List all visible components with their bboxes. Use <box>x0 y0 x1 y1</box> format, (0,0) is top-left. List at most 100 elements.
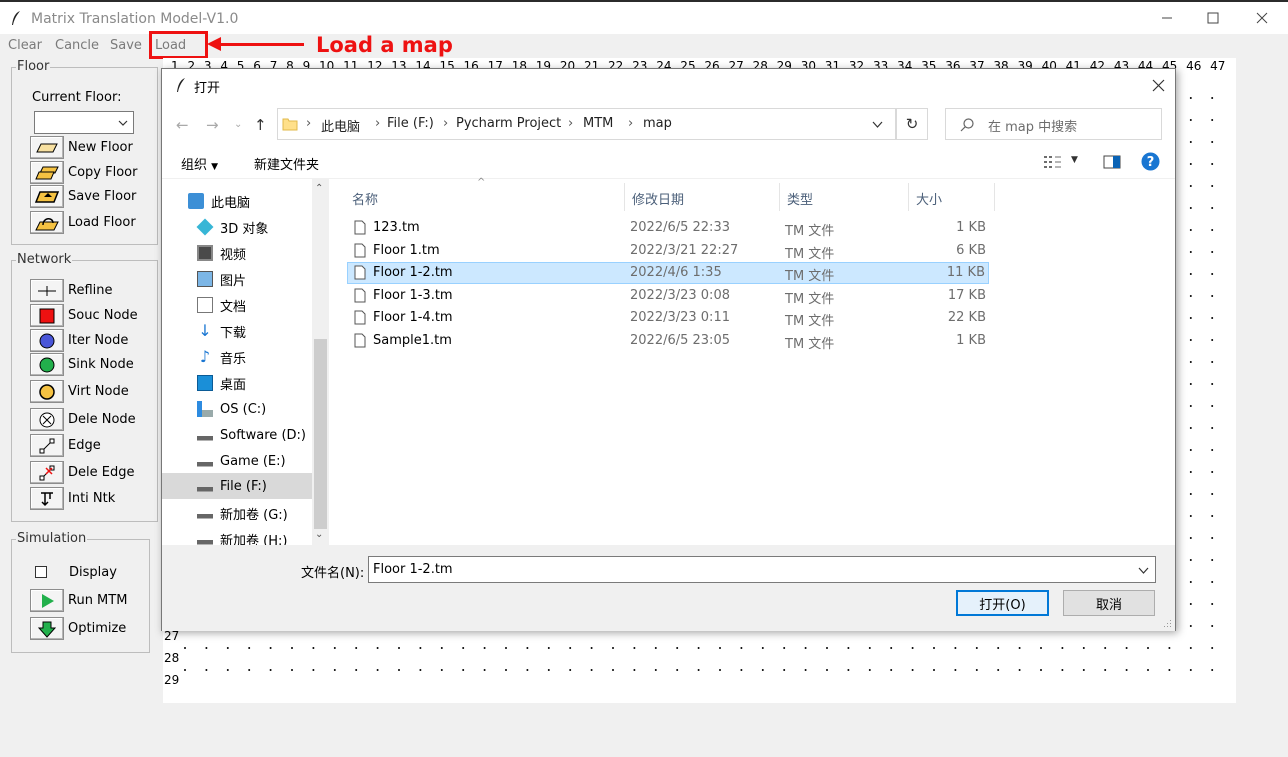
dialog-close-icon[interactable] <box>1152 79 1165 92</box>
maximize-button[interactable] <box>1190 2 1236 34</box>
crumb-this-pc[interactable]: 此电脑 <box>321 116 360 135</box>
crumb-mtm[interactable]: MTM <box>583 116 613 131</box>
new-floor-button[interactable] <box>30 136 64 159</box>
help-icon[interactable]: ? <box>1141 152 1160 171</box>
close-button[interactable] <box>1239 2 1285 34</box>
dele-edge-button[interactable] <box>30 461 64 484</box>
address-bar[interactable]: › 此电脑 › File (F:) › Pycharm Project › MT… <box>277 108 896 140</box>
crumb-pycharm-project[interactable]: Pycharm Project <box>456 116 561 131</box>
grid-dot <box>847 647 850 649</box>
resize-grip-icon[interactable] <box>1163 619 1172 628</box>
save-floor-button[interactable] <box>30 185 64 208</box>
chevron-down-icon[interactable] <box>1138 567 1149 575</box>
file-row[interactable]: Floor 1-4.tm 2022/3/23 0:11 TM 文件 22 KB <box>348 307 990 329</box>
new-folder-button[interactable]: 新建文件夹 <box>254 154 319 173</box>
grid-dot <box>1189 97 1192 99</box>
nav-item-drive-f[interactable]: File (F:) <box>162 473 312 499</box>
sink-node-button[interactable] <box>30 353 64 376</box>
menu-clear[interactable]: Clear <box>8 38 42 53</box>
nav-label: Game (E:) <box>220 453 286 469</box>
init-network-icon <box>41 491 53 506</box>
dele-node-button[interactable] <box>30 408 64 431</box>
load-floor-label: Load Floor <box>68 215 136 230</box>
column-header-date[interactable]: 修改日期 <box>632 189 684 208</box>
scroll-down-icon[interactable]: ⌄ <box>315 529 323 540</box>
nav-item-drive-g[interactable]: 新加卷 (G:) <box>197 501 288 525</box>
grid-dot <box>1040 669 1042 671</box>
run-mtm-button[interactable] <box>30 589 64 612</box>
open-button[interactable]: 打开(O) <box>956 590 1049 616</box>
nav-item-3d-objects[interactable]: 3D 对象 <box>196 215 268 239</box>
file-row[interactable]: 123.tm 2022/6/5 22:33 TM 文件 1 KB <box>348 217 990 239</box>
column-header-name[interactable]: 名称 <box>352 189 378 208</box>
current-floor-select[interactable] <box>34 111 134 134</box>
menu-cancle[interactable]: Cancle <box>55 38 99 53</box>
file-row-selected[interactable]: Floor 1-2.tm 2022/4/6 1:35 TM 文件 11 KB <box>347 262 989 284</box>
nav-item-drive-d[interactable]: Software (D:) <box>197 423 306 447</box>
file-row[interactable]: Sample1.tm 2022/6/5 23:05 TM 文件 1 KB <box>348 330 990 352</box>
grid-dot <box>1211 361 1214 363</box>
column-header-type[interactable]: 类型 <box>787 189 813 208</box>
nav-item-drive-e[interactable]: Game (E:) <box>197 449 286 473</box>
virt-node-button[interactable] <box>30 380 64 403</box>
nav-item-videos[interactable]: 视频 <box>197 241 246 265</box>
load-floor-button[interactable] <box>30 211 64 234</box>
view-options-icon[interactable] <box>1044 155 1062 169</box>
refline-button[interactable] <box>30 279 64 302</box>
search-box[interactable]: 在 map 中搜索 <box>945 108 1162 140</box>
nav-item-drive-h[interactable]: 新加卷 (H:) <box>197 527 287 545</box>
grid-dot <box>1189 163 1192 165</box>
file-row[interactable]: Floor 1-3.tm 2022/3/23 0:08 TM 文件 17 KB <box>348 285 990 307</box>
file-name: Sample1.tm <box>373 333 452 348</box>
crumb-map[interactable]: map <box>643 116 672 131</box>
file-date: 2022/6/5 23:05 <box>630 333 730 348</box>
chevron-down-icon[interactable] <box>872 121 883 129</box>
file-icon <box>354 265 366 280</box>
souc-node-button[interactable] <box>30 304 64 327</box>
iter-node-button[interactable] <box>30 329 64 352</box>
nav-item-downloads[interactable]: ↓ 下载 <box>197 319 246 343</box>
nav-item-this-pc[interactable]: 此电脑 <box>188 189 250 213</box>
nav-item-pictures[interactable]: 图片 <box>197 267 246 291</box>
forward-arrow-icon[interactable]: → <box>206 116 219 134</box>
save-floor-icon <box>34 190 60 203</box>
nav-item-drive-c[interactable]: OS (C:) <box>197 397 266 421</box>
up-arrow-icon[interactable]: ↑ <box>254 116 267 134</box>
preview-pane-icon[interactable] <box>1103 155 1121 169</box>
virt-node-icon <box>39 383 55 400</box>
menu-save[interactable]: Save <box>110 38 142 53</box>
inti-ntk-button[interactable] <box>30 487 64 510</box>
sink-node-row: Sink Node <box>30 353 134 376</box>
navigation-scrollbar[interactable]: ⌃ ⌄ <box>312 179 329 545</box>
column-header-size[interactable]: 大小 <box>916 189 942 208</box>
optimize-button[interactable] <box>30 617 64 640</box>
grid-dot <box>505 647 507 649</box>
cancel-button[interactable]: 取消 <box>1063 590 1155 616</box>
nav-item-music[interactable]: ♪ 音乐 <box>197 345 246 369</box>
grid-dot <box>1189 449 1192 451</box>
crumb-drive-f[interactable]: File (F:) <box>387 116 434 131</box>
load-floor-icon <box>35 217 59 230</box>
grid-dot <box>1211 251 1214 253</box>
minimize-button[interactable] <box>1144 2 1190 34</box>
back-arrow-icon[interactable]: ← <box>176 116 189 134</box>
file-type: TM 文件 <box>785 269 835 284</box>
edge-button[interactable] <box>30 434 64 457</box>
scrollbar-thumb[interactable] <box>314 339 327 529</box>
grid-dot <box>1147 669 1149 671</box>
refline-icon <box>38 285 56 296</box>
scroll-up-icon[interactable]: ⌃ <box>315 183 323 194</box>
refresh-button[interactable]: ↻ <box>896 108 928 140</box>
nav-item-documents[interactable]: 文档 <box>197 293 246 317</box>
grid-dot <box>1189 361 1192 363</box>
nav-item-desktop[interactable]: 桌面 <box>197 371 246 395</box>
copy-floor-button[interactable] <box>30 161 64 184</box>
file-row[interactable]: Floor 1.tm 2022/3/21 22:27 TM 文件 6 KB <box>348 240 990 262</box>
organize-button[interactable]: 组织 ▼ <box>181 154 218 173</box>
filename-input[interactable]: Floor 1-2.tm <box>368 556 1156 583</box>
display-checkbox[interactable] <box>35 566 47 578</box>
recent-chevron-icon[interactable]: ⌄ <box>234 119 242 130</box>
grid-dot <box>1018 647 1021 649</box>
grid-dot <box>1211 273 1214 275</box>
caret-down-icon[interactable]: ▼ <box>1071 155 1078 165</box>
